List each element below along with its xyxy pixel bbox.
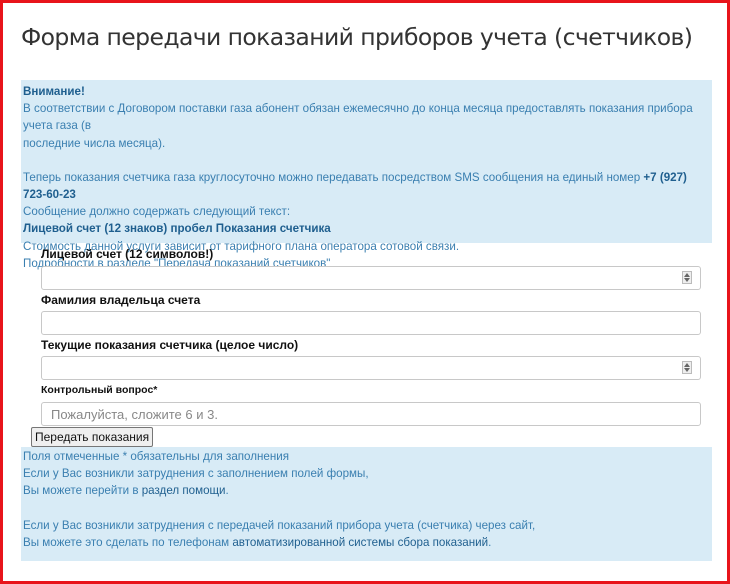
notice-sms-line: Теперь показания счетчика газа круглосут… <box>23 169 710 203</box>
help-prefix: Вы можете перейти в <box>23 484 142 498</box>
captcha-input[interactable] <box>41 402 701 426</box>
owner-input[interactable] <box>41 311 701 335</box>
help-link[interactable]: раздел помощи <box>142 484 226 497</box>
notice-line-1: В соответствии с Договором поставки газа… <box>23 102 693 133</box>
phone-line-1: Если у Вас возникли затруднения с переда… <box>23 518 536 532</box>
notice-panel: Внимание! В соответствии с Договором пос… <box>21 80 712 270</box>
page-title: Форма передачи показаний приборов учета … <box>21 23 693 51</box>
reading-field-wrap <box>41 356 701 380</box>
help-suffix: . <box>225 484 229 498</box>
reading-spinner[interactable] <box>682 361 692 374</box>
spin-up-icon <box>684 273 690 277</box>
help-line-2: Вы можете перейти в раздел помощи. <box>23 482 710 499</box>
reading-input[interactable] <box>41 356 701 380</box>
account-label: Лицевой счет (12 символов!) <box>41 247 214 261</box>
info-gap <box>23 500 710 517</box>
help-line-1: Если у Вас возникли затруднения с заполн… <box>23 467 369 481</box>
notice-line-2: последние числа месяца). <box>23 136 166 150</box>
notice-line-4: Сообщение должно содержать следующий тек… <box>23 205 291 219</box>
sms-format: Лицевой счет (12 знаков) пробел Показани… <box>23 222 331 236</box>
notice-sms-prefix: Теперь показания счетчика газа круглосут… <box>23 170 644 184</box>
phone-link[interactable]: автоматизированной системы сбора показан… <box>232 536 488 549</box>
account-spinner[interactable] <box>682 271 692 284</box>
notice-heading: Внимание! <box>23 85 85 98</box>
captcha-label: Контрольный вопрос* <box>41 384 158 396</box>
spin-down-icon <box>684 368 690 372</box>
required-note: Поля отмеченные * обязательны для заполн… <box>23 450 290 463</box>
info-panel: Поля отмеченные * обязательны для заполн… <box>21 447 712 561</box>
notice-gap <box>23 152 710 169</box>
spin-down-icon <box>684 278 690 282</box>
account-field-wrap <box>41 266 701 290</box>
account-input[interactable] <box>41 266 701 290</box>
reading-label: Текущие показания счетчика (целое число) <box>41 338 299 352</box>
page-frame: Форма передачи показаний приборов учета … <box>0 0 730 584</box>
owner-label: Фамилия владельца счета <box>41 293 201 307</box>
phone-line-2: Вы можете это сделать по телефонам автом… <box>23 534 710 551</box>
phone-suffix: . <box>488 535 492 549</box>
spin-up-icon <box>684 363 690 367</box>
submit-button[interactable]: Передать показания <box>31 427 154 447</box>
phone-prefix: Вы можете это сделать по телефонам <box>23 535 233 549</box>
